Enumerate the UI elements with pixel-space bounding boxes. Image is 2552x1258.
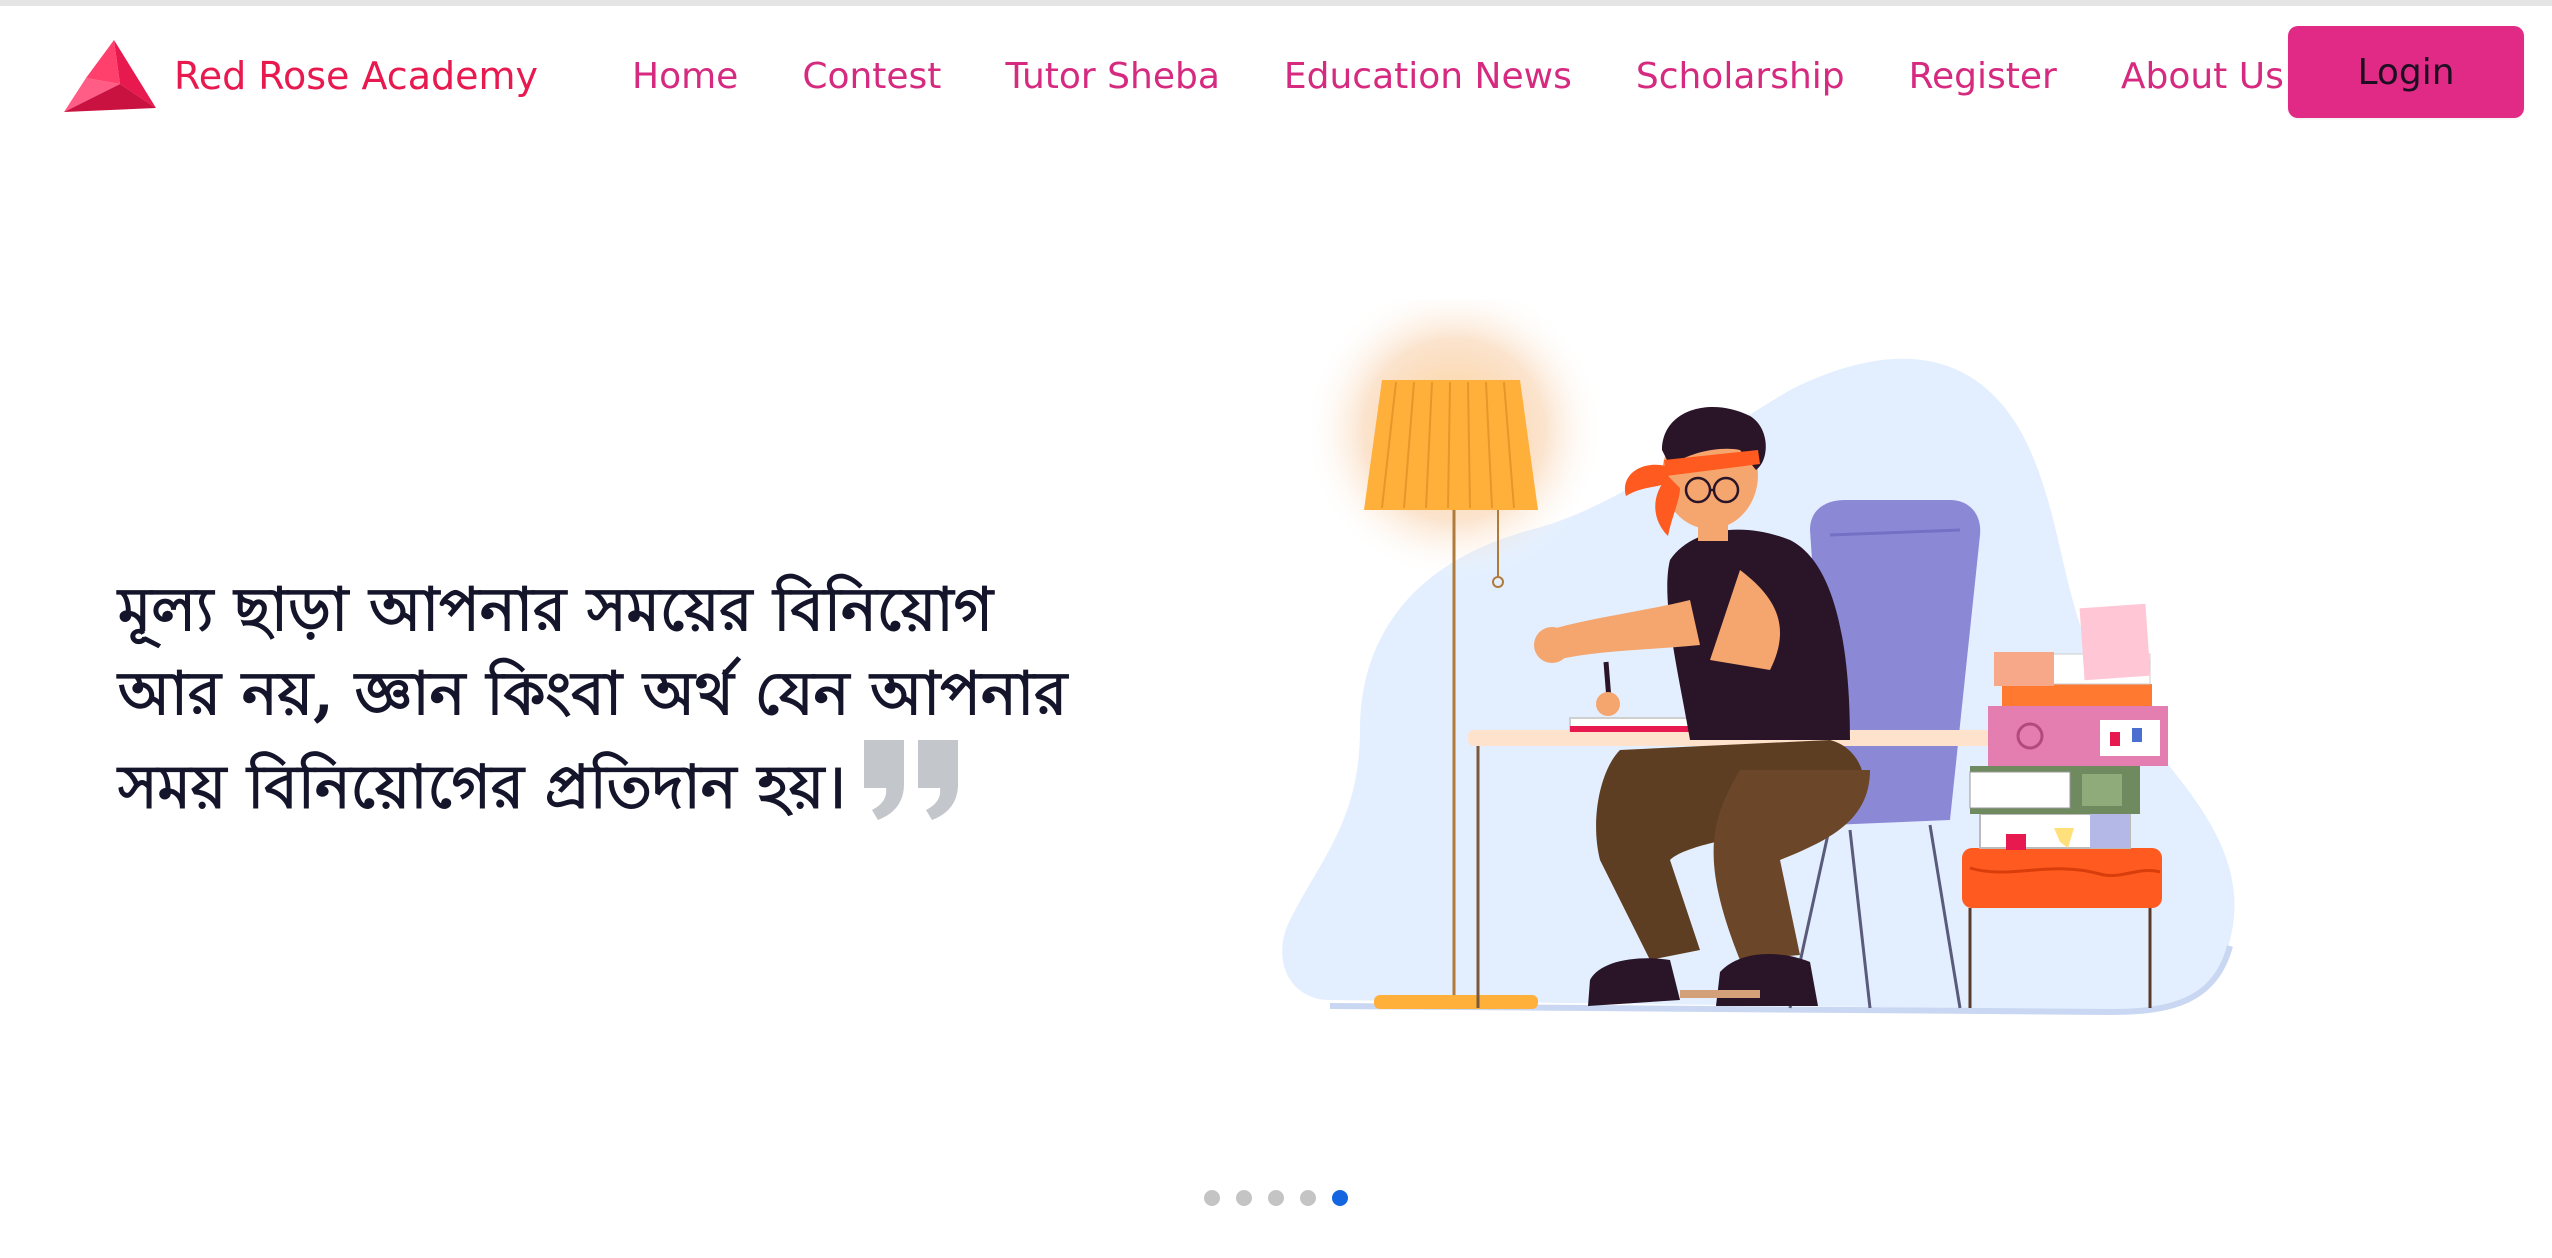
nav-tutor-sheba[interactable]: Tutor Sheba	[1005, 56, 1219, 97]
quote-line: আর নয়, জ্ঞান কিংবা অর্থ যেন আপনার	[118, 659, 1068, 729]
navbar: Red Rose Academy Home Contest Tutor Sheb…	[0, 6, 2552, 138]
quote-line-last: সময় বিনিয়োগের প্রতিদান হয়।	[118, 736, 1098, 848]
nav-about-us[interactable]: About Us	[2121, 56, 2284, 97]
hero-quote: মূল্য ছাড়া আপনার সময়ের বিনিয়োগ আর নয়…	[118, 568, 1098, 848]
red-rose-logo-icon	[64, 40, 156, 112]
nav-home[interactable]: Home	[632, 56, 738, 97]
quote-line: মূল্য ছাড়া আপনার সময়ের বিনিয়োগ	[118, 575, 994, 645]
nav-contest[interactable]: Contest	[802, 56, 941, 97]
carousel-dot-5-active[interactable]	[1332, 1190, 1348, 1206]
carousel-dot-2[interactable]	[1236, 1190, 1252, 1206]
carousel-dot-3[interactable]	[1268, 1190, 1284, 1206]
carousel-indicators	[1204, 1190, 1364, 1206]
quote-line-text: সময় বিনিয়োগের প্রতিদান হয়।	[118, 752, 846, 823]
brand-name: Red Rose Academy	[174, 54, 538, 98]
login-button[interactable]: Login	[2288, 26, 2524, 118]
student-studying-illustration	[1282, 300, 2235, 1016]
nav-register[interactable]: Register	[1909, 56, 2057, 97]
nav-education-news[interactable]: Education News	[1284, 56, 1572, 97]
nav-scholarship[interactable]: Scholarship	[1636, 56, 1845, 97]
carousel-dot-1[interactable]	[1204, 1190, 1220, 1206]
main-nav: Home Contest Tutor Sheba Education News …	[632, 52, 2284, 100]
brand-link[interactable]: Red Rose Academy	[64, 36, 538, 116]
closing-quote-icon	[860, 736, 964, 848]
carousel-dot-4[interactable]	[1300, 1190, 1316, 1206]
